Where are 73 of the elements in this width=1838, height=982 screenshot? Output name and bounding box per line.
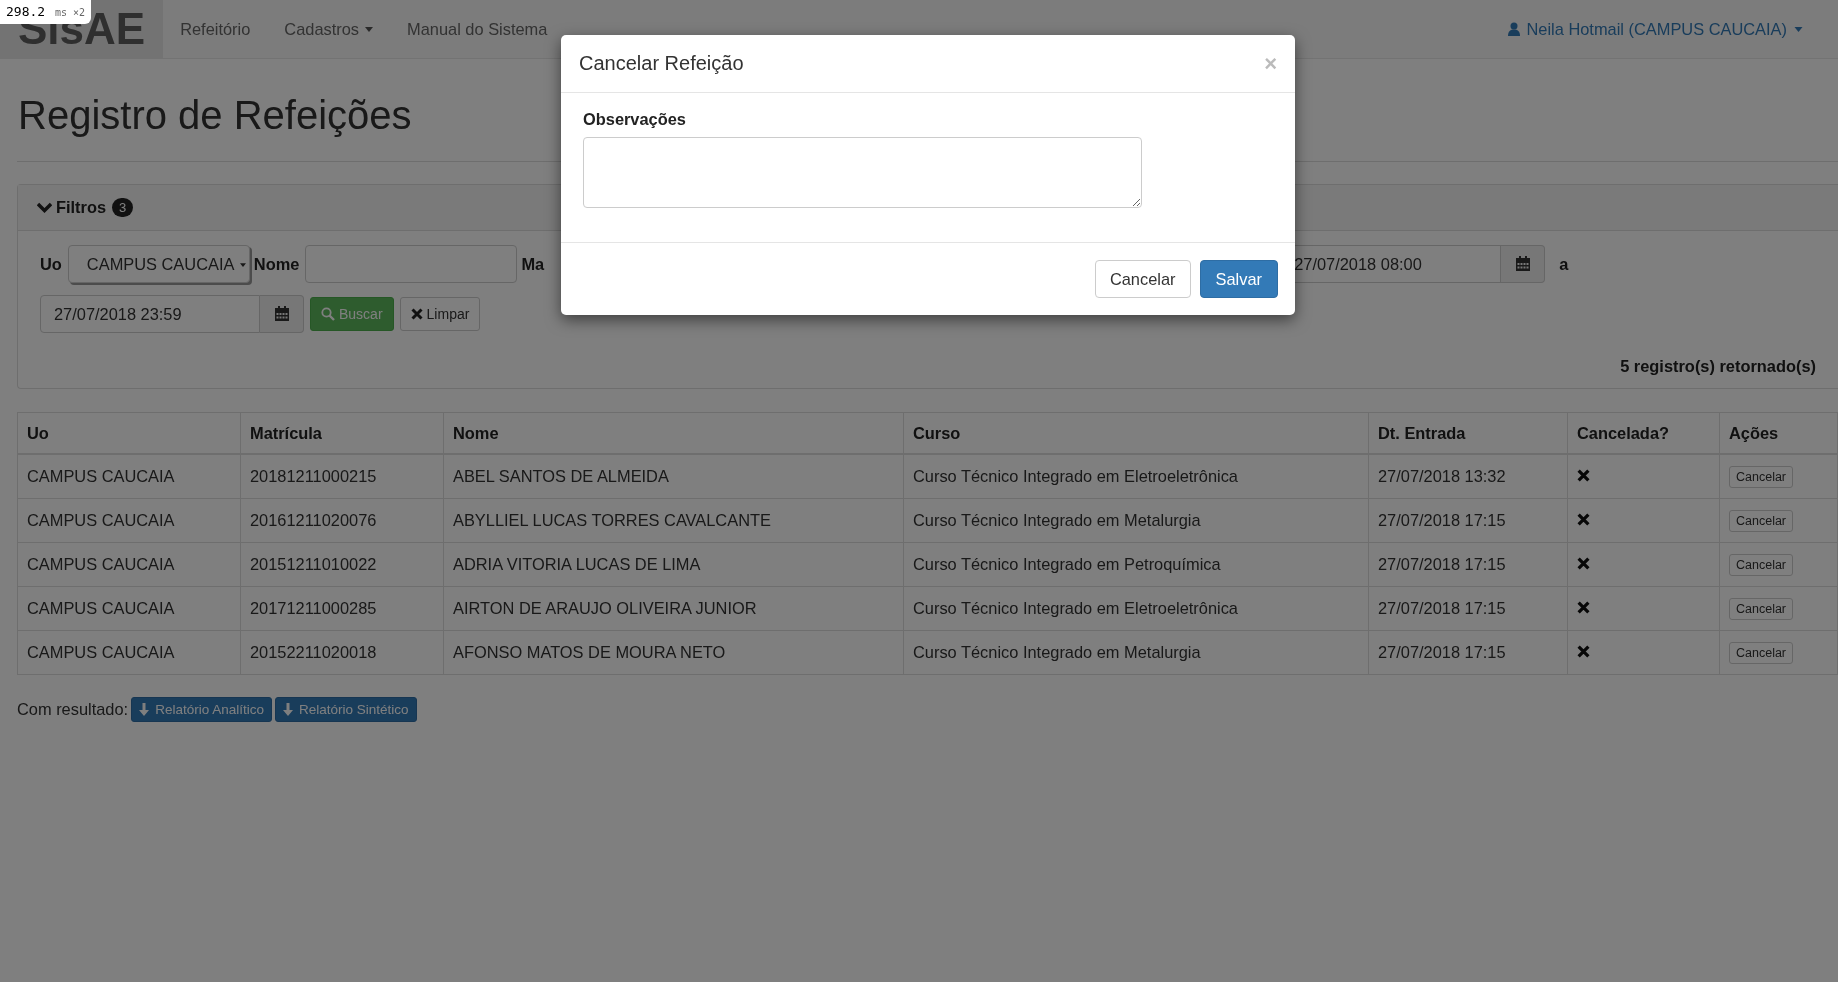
table-cell: ABEL SANTOS DE ALMEIDA — [443, 454, 904, 499]
table-cell: CAMPUS CAUCAIA — [17, 498, 241, 543]
report-button[interactable]: Relatório Sintético — [274, 697, 417, 722]
column-header: Nome — [443, 412, 904, 454]
table-cell: CAMPUS CAUCAIA — [17, 454, 241, 499]
column-header: Dt. Entrada — [1368, 412, 1568, 454]
table-cell: ADRIA VITORIA LUCAS DE LIMA — [443, 542, 904, 587]
cancel-button[interactable]: Cancelar — [1729, 641, 1794, 664]
column-header: Uo — [17, 412, 241, 454]
table-cell: AFONSO MATOS DE MOURA NETO — [443, 630, 904, 675]
report-button[interactable]: Relatório Analítico — [131, 697, 272, 722]
filter-count: 3 — [112, 198, 134, 217]
range-separator: a — [1559, 254, 1569, 274]
start-date-field[interactable]: 27/07/2018 08:00 — [1294, 245, 1502, 283]
filter-title[interactable]: Filtros — [56, 198, 107, 217]
download-icon — [282, 703, 293, 716]
table-cell: 27/07/2018 17:15 — [1368, 586, 1568, 631]
user-menu[interactable]: Neila Hotmail (CAMPUS CAUCAIA) — [1507, 19, 1803, 39]
notes-field[interactable] — [583, 137, 1142, 208]
table-cell: 20152211020018 — [240, 630, 444, 675]
uo-select[interactable]: CAMPUS CAUCAIA — [67, 245, 250, 283]
field-label: Uo — [40, 254, 62, 274]
table-cell: ABYLLIEL LUCAS TORRES CAVALCANTE — [443, 498, 904, 543]
calendar-icon — [273, 306, 290, 322]
cancel-button[interactable]: Cancelar — [1094, 260, 1191, 298]
name-field[interactable] — [305, 245, 518, 283]
table-cell: 20151211010022 — [240, 542, 444, 587]
table-cell: 27/07/2018 17:15 — [1368, 498, 1568, 543]
table-cell: 20161211020076 — [240, 498, 444, 543]
end-date-field[interactable]: 27/07/2018 23:59 — [40, 295, 260, 333]
field-label: Ma — [521, 254, 545, 274]
table-cell: CAMPUS CAUCAIA — [17, 586, 241, 631]
column-header: Ações — [1719, 412, 1838, 454]
save-button[interactable]: Salvar — [1199, 260, 1278, 298]
table-cell: 27/07/2018 17:15 — [1368, 542, 1568, 587]
calendar-icon — [1514, 256, 1531, 272]
column-header: Matrícula — [240, 412, 444, 454]
table-cell: Curso Técnico Integrado em Eletroeletrônica — [903, 454, 1369, 499]
nav-link[interactable]: Cadastros — [267, 0, 391, 58]
calendar-button[interactable] — [260, 295, 304, 333]
page-title: Registro de Refeições — [18, 92, 412, 139]
chevron-icon[interactable] — [37, 201, 52, 214]
calendar-button[interactable] — [1501, 245, 1546, 283]
cancel-button[interactable]: Cancelar — [1729, 597, 1794, 620]
column-header: Cancelada? — [1567, 412, 1720, 454]
table-cell: 20181211000215 — [240, 454, 444, 499]
search-icon — [321, 307, 335, 321]
table-cell: Curso Técnico Integrado em Eletroeletrônica — [903, 586, 1369, 631]
caret-icon — [1794, 26, 1803, 32]
table-cell: CAMPUS CAUCAIA — [17, 630, 241, 675]
caret-icon — [239, 263, 246, 267]
table-cell: AIRTON DE ARAUJO OLIVEIRA JUNIOR — [443, 586, 904, 631]
reports-label: Com resultado: — [17, 700, 129, 719]
table-cell: Curso Técnico Integrado em Petroquímica — [903, 542, 1369, 587]
dialog-title: Cancelar Refeição — [579, 52, 744, 75]
table-cell: 27/07/2018 13:32 — [1368, 454, 1568, 499]
cancel-button[interactable]: Cancelar — [1729, 465, 1794, 488]
cancel-button[interactable]: Cancelar — [1729, 553, 1794, 576]
table-cell: CAMPUS CAUCAIA — [17, 542, 241, 587]
user-icon — [1507, 22, 1520, 36]
field-label: Observações — [583, 110, 687, 129]
table-cell: 20171211000285 — [240, 586, 444, 631]
table-cell: Curso Técnico Integrado em Metalurgia — [903, 498, 1369, 543]
column-header: Curso — [903, 412, 1369, 454]
download-icon — [139, 703, 150, 716]
table-cell: 27/07/2018 17:15 — [1368, 630, 1568, 675]
field-label: Nome — [253, 254, 300, 274]
result-count: 5 registro(s) retornado(s) — [1620, 357, 1816, 375]
cancel-button[interactable]: Cancelar — [1729, 509, 1794, 532]
table-cell: Curso Técnico Integrado em Metalurgia — [903, 630, 1369, 675]
nav-link[interactable]: Refeitório — [163, 0, 268, 58]
close-icon — [410, 308, 423, 320]
clear-button[interactable]: Limpar — [399, 297, 481, 331]
